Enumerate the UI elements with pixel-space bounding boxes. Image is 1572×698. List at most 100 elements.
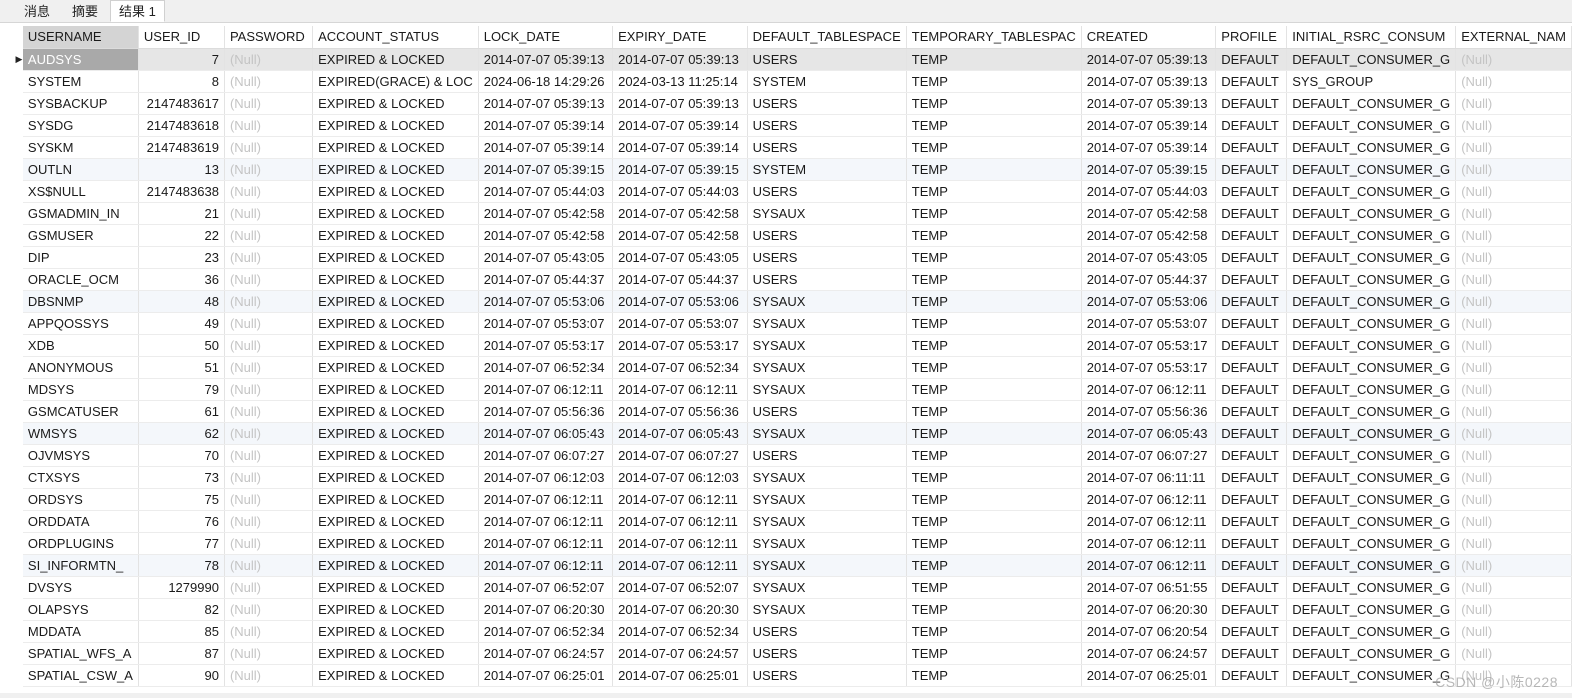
cell-user-id[interactable]: 1279990 (138, 576, 225, 599)
column-header-created[interactable]: CREATED (1081, 26, 1217, 49)
cell-account-status[interactable]: EXPIRED & LOCKED (312, 158, 479, 181)
cell-profile[interactable]: DEFAULT (1215, 642, 1288, 665)
cell-initial-rsrc-consum[interactable]: DEFAULT_CONSUMER_G (1286, 510, 1457, 533)
cell-account-status[interactable]: EXPIRED & LOCKED (312, 290, 479, 313)
cell-profile[interactable]: DEFAULT (1215, 664, 1288, 687)
cell-password[interactable]: (Null) (224, 532, 314, 555)
column-header-lock-date[interactable]: LOCK_DATE (478, 26, 614, 49)
cell-expiry-date[interactable]: 2014-07-07 06:12:03 (612, 466, 748, 489)
cell-profile[interactable]: DEFAULT (1215, 444, 1288, 467)
cell-password[interactable]: (Null) (224, 510, 314, 533)
cell-temporary-tablespac[interactable]: TEMP (906, 224, 1082, 247)
cell-initial-rsrc-consum[interactable]: DEFAULT_CONSUMER_G (1286, 180, 1457, 203)
cell-external-nam[interactable]: (Null) (1455, 48, 1572, 71)
cell-external-nam[interactable]: (Null) (1455, 576, 1572, 599)
table-row[interactable]: ANONYMOUS 51 (Null) EXPIRED & LOCKED 2014-07… (15, 356, 1572, 379)
cell-external-nam[interactable]: (Null) (1455, 620, 1572, 643)
cell-temporary-tablespac[interactable]: TEMP (906, 532, 1082, 555)
cell-user-id[interactable]: 13 (138, 158, 225, 181)
cell-created[interactable]: 2014-07-07 05:42:58 (1081, 224, 1217, 247)
cell-created[interactable]: 2014-07-07 06:05:43 (1081, 422, 1217, 445)
cell-initial-rsrc-consum[interactable]: DEFAULT_CONSUMER_G (1286, 48, 1457, 71)
cell-password[interactable]: (Null) (224, 576, 314, 599)
tab-messages[interactable]: 消息 (16, 1, 58, 22)
cell-external-nam[interactable]: (Null) (1455, 158, 1572, 181)
cell-initial-rsrc-consum[interactable]: DEFAULT_CONSUMER_G (1286, 488, 1457, 511)
cell-user-id[interactable]: 50 (138, 334, 225, 357)
cell-password[interactable]: (Null) (224, 202, 314, 225)
cell-lock-date[interactable]: 2024-06-18 14:29:26 (478, 70, 614, 93)
cell-user-id[interactable]: 22 (138, 224, 225, 247)
cell-external-nam[interactable]: (Null) (1455, 180, 1572, 203)
cell-created[interactable]: 2014-07-07 05:56:36 (1081, 400, 1217, 423)
cell-temporary-tablespac[interactable]: TEMP (906, 488, 1082, 511)
cell-profile[interactable]: DEFAULT (1215, 180, 1288, 203)
cell-initial-rsrc-consum[interactable]: DEFAULT_CONSUMER_G (1286, 246, 1457, 269)
cell-account-status[interactable]: EXPIRED & LOCKED (312, 488, 479, 511)
tab-summary[interactable]: 摘要 (64, 1, 106, 22)
cell-user-id[interactable]: 70 (138, 444, 225, 467)
table-row[interactable]: GSMUSER 22 (Null) EXPIRED & LOCKED 2014-07-0… (15, 224, 1572, 247)
cell-external-nam[interactable]: (Null) (1455, 268, 1572, 291)
cell-created[interactable]: 2014-07-07 05:39:13 (1081, 70, 1217, 93)
cell-account-status[interactable]: EXPIRED & LOCKED (312, 576, 479, 599)
cell-username[interactable]: DVSYS (22, 576, 139, 599)
cell-temporary-tablespac[interactable]: TEMP (906, 268, 1082, 291)
cell-profile[interactable]: DEFAULT (1215, 136, 1288, 159)
cell-account-status[interactable]: EXPIRED & LOCKED (312, 268, 479, 291)
cell-initial-rsrc-consum[interactable]: DEFAULT_CONSUMER_G (1286, 576, 1457, 599)
cell-initial-rsrc-consum[interactable]: DEFAULT_CONSUMER_G (1286, 356, 1457, 379)
cell-profile[interactable]: DEFAULT (1215, 532, 1288, 555)
cell-default-tablespace[interactable]: SYSAUX (747, 422, 907, 445)
table-row[interactable]: ORDDATA 76 (Null) EXPIRED & LOCKED 2014-07-0… (15, 510, 1572, 533)
cell-expiry-date[interactable]: 2014-07-07 06:12:11 (612, 488, 748, 511)
cell-temporary-tablespac[interactable]: TEMP (906, 400, 1082, 423)
cell-initial-rsrc-consum[interactable]: DEFAULT_CONSUMER_G (1286, 554, 1457, 577)
cell-expiry-date[interactable]: 2014-07-07 06:12:11 (612, 532, 748, 555)
cell-account-status[interactable]: EXPIRED & LOCKED (312, 400, 479, 423)
cell-temporary-tablespac[interactable]: TEMP (906, 202, 1082, 225)
cell-profile[interactable]: DEFAULT (1215, 268, 1288, 291)
cell-profile[interactable]: DEFAULT (1215, 356, 1288, 379)
cell-external-nam[interactable]: (Null) (1455, 224, 1572, 247)
cell-default-tablespace[interactable]: USERS (747, 92, 907, 115)
cell-lock-date[interactable]: 2014-07-07 06:07:27 (478, 444, 614, 467)
cell-expiry-date[interactable]: 2014-07-07 05:39:13 (612, 48, 748, 71)
cell-default-tablespace[interactable]: USERS (747, 136, 907, 159)
cell-temporary-tablespac[interactable]: TEMP (906, 554, 1082, 577)
cell-account-status[interactable]: EXPIRED & LOCKED (312, 136, 479, 159)
cell-password[interactable]: (Null) (224, 642, 314, 665)
cell-lock-date[interactable]: 2014-07-07 06:52:34 (478, 620, 614, 643)
cell-lock-date[interactable]: 2014-07-07 05:39:14 (478, 136, 614, 159)
cell-password[interactable]: (Null) (224, 290, 314, 313)
cell-initial-rsrc-consum[interactable]: DEFAULT_CONSUMER_G (1286, 444, 1457, 467)
cell-user-id[interactable]: 75 (138, 488, 225, 511)
cell-password[interactable]: (Null) (224, 92, 314, 115)
cell-temporary-tablespac[interactable]: TEMP (906, 356, 1082, 379)
cell-initial-rsrc-consum[interactable]: DEFAULT_CONSUMER_G (1286, 422, 1457, 445)
cell-initial-rsrc-consum[interactable]: DEFAULT_CONSUMER_G (1286, 224, 1457, 247)
table-row[interactable]: DVSYS 1279990 (Null) EXPIRED & LOCKED 2014-0… (15, 576, 1572, 599)
cell-temporary-tablespac[interactable]: TEMP (906, 598, 1082, 621)
column-header-expiry-date[interactable]: EXPIRY_DATE (612, 26, 748, 49)
cell-user-id[interactable]: 51 (138, 356, 225, 379)
cell-expiry-date[interactable]: 2014-07-07 05:53:06 (612, 290, 748, 313)
cell-temporary-tablespac[interactable]: TEMP (906, 246, 1082, 269)
cell-temporary-tablespac[interactable]: TEMP (906, 180, 1082, 203)
cell-username[interactable]: ORACLE_OCM (22, 268, 139, 291)
cell-account-status[interactable]: EXPIRED & LOCKED (312, 466, 479, 489)
cell-username[interactable]: ANONYMOUS (22, 356, 139, 379)
cell-external-nam[interactable]: (Null) (1455, 400, 1572, 423)
cell-default-tablespace[interactable]: USERS (747, 664, 907, 687)
cell-default-tablespace[interactable]: USERS (747, 268, 907, 291)
cell-initial-rsrc-consum[interactable]: DEFAULT_CONSUMER_G (1286, 92, 1457, 115)
cell-default-tablespace[interactable]: SYSAUX (747, 290, 907, 313)
result-grid[interactable]: USERNAME USER_ID PASSWORD ACCOUNT_STATUS LOC… (0, 23, 1572, 693)
cell-expiry-date[interactable]: 2014-07-07 06:52:34 (612, 620, 748, 643)
cell-user-id[interactable]: 2147483619 (138, 136, 225, 159)
cell-password[interactable]: (Null) (224, 488, 314, 511)
column-header-default-tablespace[interactable]: DEFAULT_TABLESPACE (747, 26, 907, 49)
table-row[interactable]: SI_INFORMTN_ 78 (Null) EXPIRED & LOCKED 2014… (15, 554, 1572, 577)
cell-account-status[interactable]: EXPIRED & LOCKED (312, 444, 479, 467)
cell-account-status[interactable]: EXPIRED & LOCKED (312, 378, 479, 401)
